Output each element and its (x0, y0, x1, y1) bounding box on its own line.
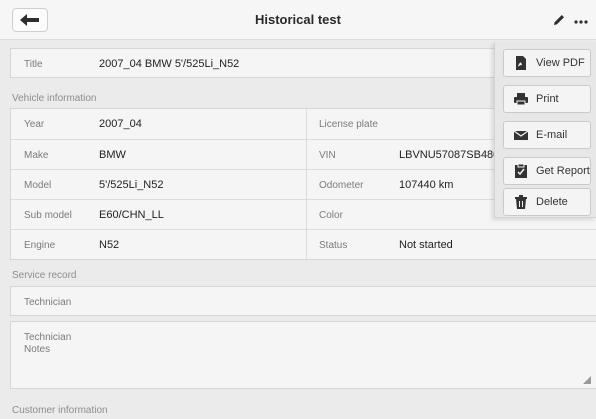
field-value[interactable]: 2007_04 (99, 118, 142, 130)
email-button[interactable]: E-mail (503, 121, 591, 149)
vehicle-section-label: Vehicle information (12, 93, 97, 104)
menu-item-label: Print (536, 93, 559, 105)
field-label: Color (319, 210, 343, 221)
customer-section-label: Customer information (12, 405, 108, 416)
menu-item-label: E-mail (536, 129, 568, 141)
menu-item-label: Get Report (536, 165, 590, 177)
pdf-icon (516, 56, 526, 70)
print-button[interactable]: Print (503, 85, 591, 113)
menu-item-label: Delete (536, 196, 568, 208)
page-title: Historical test (255, 12, 341, 27)
report-icon (515, 164, 527, 178)
title-value: 2007_04 BMW 5'/525Li_N52 (99, 58, 240, 70)
field-label: Status (319, 240, 348, 251)
field-label: Make (24, 150, 49, 161)
technician-label: Technician (24, 297, 72, 308)
menu-item-label: View PDF (536, 57, 585, 69)
field-value[interactable]: N52 (99, 239, 119, 251)
view-pdf-button[interactable]: View PDF (503, 49, 591, 77)
field-value[interactable]: E60/CHN_LL (99, 209, 164, 221)
pencil-icon[interactable] (552, 13, 566, 27)
get-report-button[interactable]: Get Report (503, 157, 591, 185)
title-label: Title (24, 59, 43, 70)
delete-button[interactable]: Delete (503, 188, 591, 216)
field-label: VIN (319, 150, 336, 161)
field-value[interactable]: Not started (399, 239, 453, 251)
more-dots-icon[interactable] (573, 13, 589, 27)
trash-icon (515, 195, 527, 209)
field-value[interactable]: 5'/525Li_N52 (99, 179, 164, 191)
field-label: Model (24, 180, 52, 191)
more-options-menu: View PDF Print E-mail Get Report Delete (494, 42, 596, 218)
resize-handle-icon[interactable] (583, 376, 591, 384)
technician-notes-label: Technician Notes (24, 332, 72, 355)
printer-icon (514, 93, 528, 106)
field-label: Odometer (319, 180, 364, 191)
table-row: Engine N52 Status Not started (11, 229, 596, 259)
envelope-icon (514, 130, 528, 140)
field-label: Sub model (24, 210, 72, 221)
field-value[interactable]: 107440 km (399, 179, 453, 191)
field-value[interactable]: BMW (99, 149, 126, 161)
service-section-label: Service record (12, 270, 77, 281)
technician-field[interactable]: Technician (10, 286, 596, 316)
top-bar: Historical test (0, 0, 596, 40)
field-value[interactable]: LBVNU57087SB480 (399, 149, 499, 161)
field-label: Year (24, 119, 45, 130)
technician-notes-field[interactable]: Technician Notes (10, 321, 596, 389)
field-label: License plate (319, 119, 378, 130)
field-label: Engine (24, 240, 56, 251)
